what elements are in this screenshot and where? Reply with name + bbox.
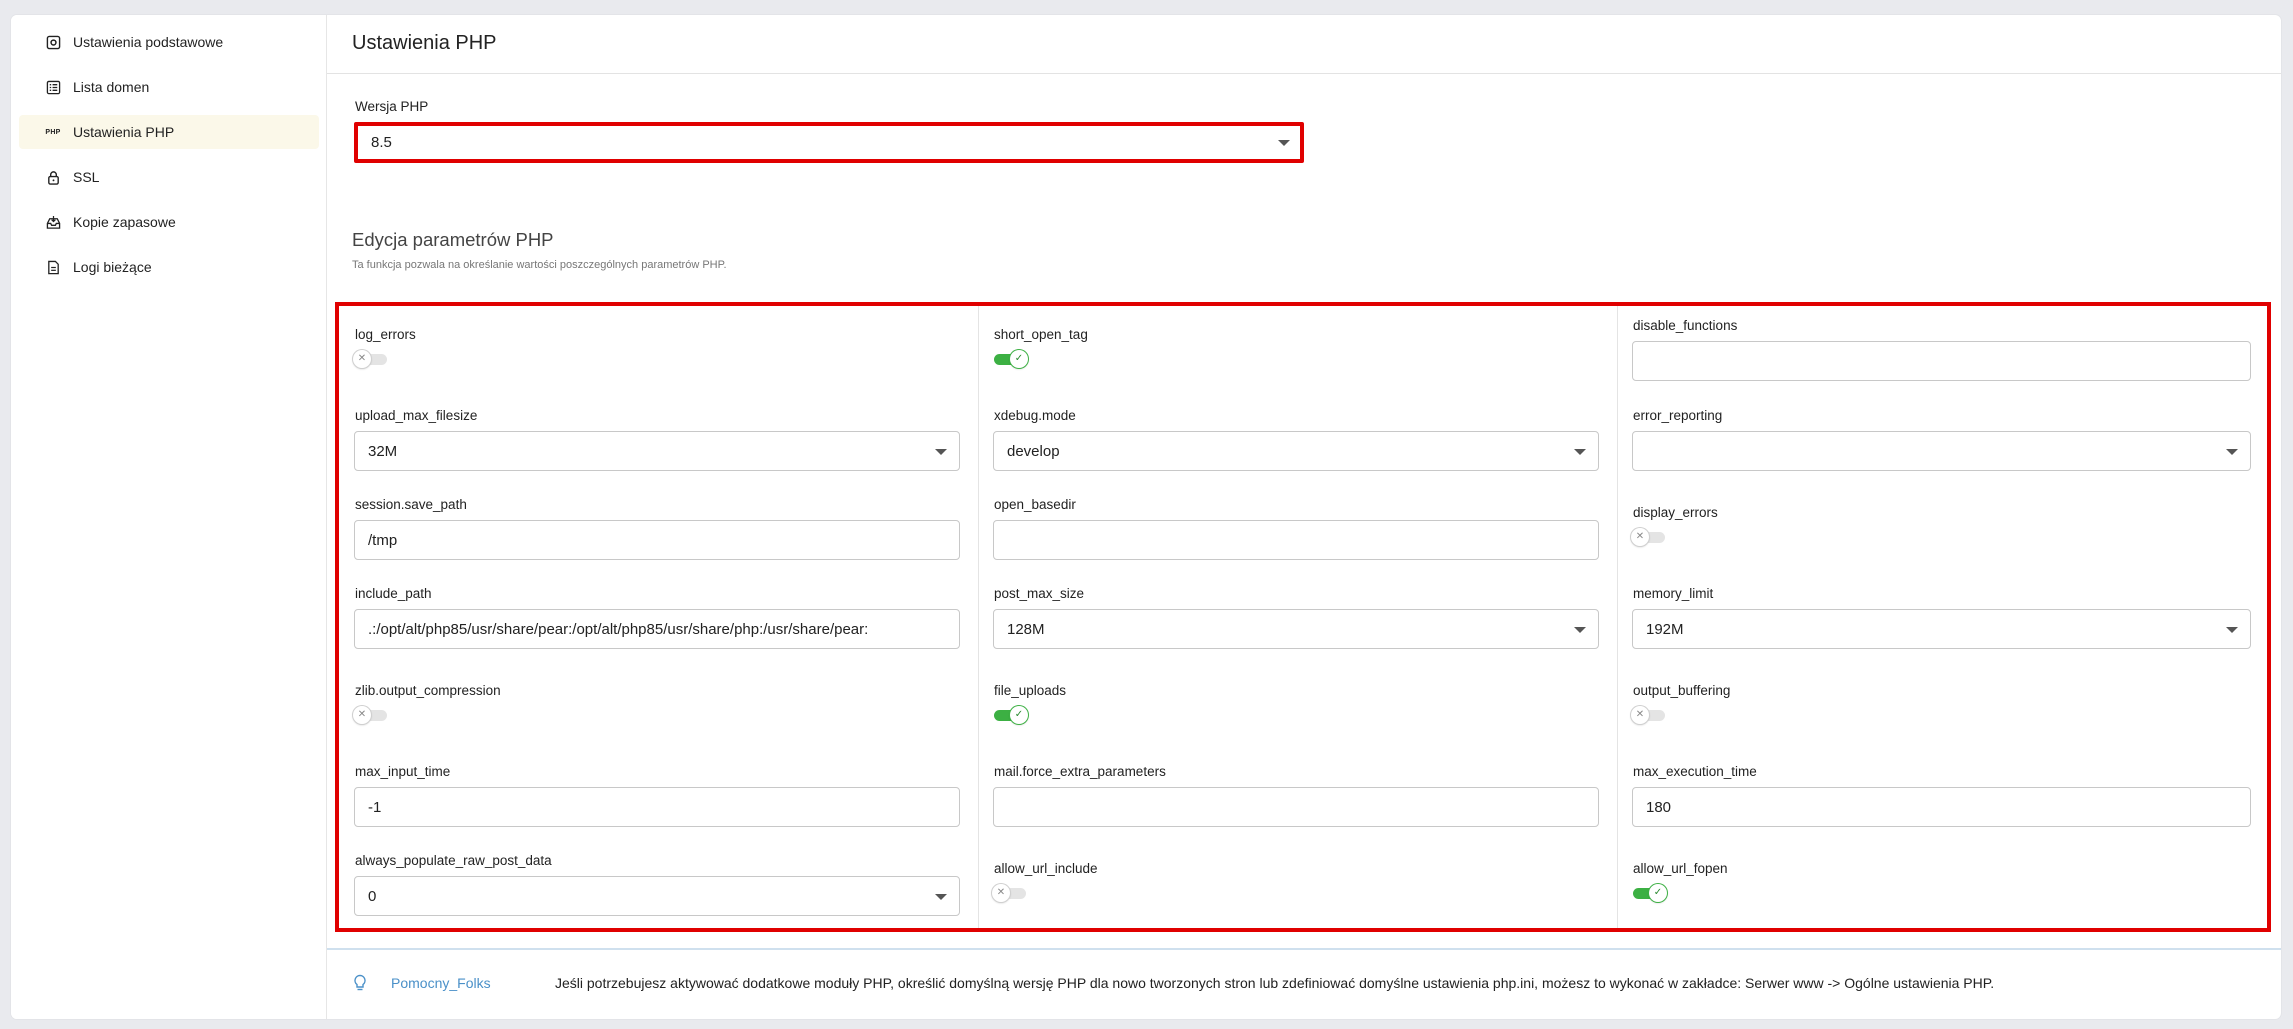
sidebar-item-label: Ustawienia PHP (73, 124, 175, 140)
error-reporting-select[interactable] (1632, 431, 2251, 471)
chevron-down-icon (2226, 627, 2238, 633)
sidebar-item-label: SSL (73, 169, 100, 185)
param-label: always_populate_raw_post_data (355, 853, 552, 868)
xdebug-mode-select[interactable]: develop (993, 431, 1599, 471)
sidebar-item-label: Kopie zapasowe (73, 214, 176, 230)
chevron-down-icon (1278, 140, 1290, 146)
display-errors-toggle[interactable]: ✕ (1631, 528, 1667, 546)
mail-force-extra-parameters-input[interactable] (993, 787, 1599, 827)
param-label: xdebug.mode (994, 408, 1076, 423)
sidebar-item-label: Lista domen (73, 79, 150, 95)
settings-square-icon (45, 34, 61, 50)
max-execution-time-input[interactable]: 180 (1632, 787, 2251, 827)
param-label: log_errors (355, 327, 416, 342)
chevron-down-icon (1574, 449, 1586, 455)
param-label: zlib.output_compression (355, 683, 501, 698)
param-label: max_input_time (355, 764, 451, 779)
page-title: Ustawienia PHP (352, 32, 497, 54)
param-label: max_execution_time (1633, 764, 1757, 779)
chevron-down-icon (1574, 627, 1586, 633)
post-max-size-select[interactable]: 128M (993, 609, 1599, 649)
main-content: Ustawienia PHP Wersja PHP 8.5 Edycja par… (327, 15, 2281, 1019)
param-label: memory_limit (1633, 586, 1714, 601)
file-uploads-toggle[interactable]: ✓ (992, 706, 1028, 724)
param-label: post_max_size (994, 586, 1085, 601)
max-input-time-input[interactable]: -1 (354, 787, 960, 827)
sidebar-item-php-settings[interactable]: PHP Ustawienia PHP (19, 115, 319, 149)
memory-limit-select[interactable]: 192M (1632, 609, 2251, 649)
sidebar-item-label: Ustawienia podstawowe (73, 34, 224, 50)
disable-functions-input[interactable] (1632, 341, 2251, 381)
chevron-down-icon (2226, 449, 2238, 455)
param-label: mail.force_extra_parameters (994, 764, 1166, 779)
params-section-subtitle: Ta funkcja pozwala na określanie wartośc… (352, 259, 727, 271)
allow-url-include-toggle[interactable]: ✕ (992, 884, 1028, 902)
chevron-down-icon (935, 894, 947, 900)
lock-icon (45, 169, 61, 185)
document-icon (45, 259, 61, 275)
log-errors-toggle[interactable]: ✕ (353, 350, 389, 368)
short-open-tag-toggle[interactable]: ✓ (992, 350, 1028, 368)
param-label: disable_functions (1633, 318, 1738, 333)
params-section-title: Edycja parametrów PHP (352, 229, 554, 250)
param-label: upload_max_filesize (355, 408, 478, 423)
param-label: short_open_tag (994, 327, 1088, 342)
sidebar-item-current-logs[interactable]: Logi bieżące (19, 250, 319, 284)
title-divider (327, 73, 2281, 74)
param-label: output_buffering (1633, 683, 1731, 698)
allow-url-fopen-toggle[interactable]: ✓ (1631, 884, 1667, 902)
sidebar: Ustawienia podstawowe Lista domen PHP Us… (11, 15, 327, 1019)
zlib-output-compression-toggle[interactable]: ✕ (353, 706, 389, 724)
sidebar-item-basic-settings[interactable]: Ustawienia podstawowe (19, 25, 319, 59)
helper-link[interactable]: Pomocny_Folks (391, 975, 491, 991)
footer-hint-text: Jeśli potrzebujesz aktywować dodatkowe m… (555, 975, 1995, 991)
param-label: error_reporting (1633, 408, 1723, 423)
app-window: Ustawienia podstawowe Lista domen PHP Us… (11, 15, 2281, 1019)
param-label: include_path (355, 586, 432, 601)
output-buffering-toggle[interactable]: ✕ (1631, 706, 1667, 724)
php-version-select[interactable]: 8.5 (354, 122, 1304, 163)
open-basedir-input[interactable] (993, 520, 1599, 560)
param-label: display_errors (1633, 505, 1718, 520)
param-label: file_uploads (994, 683, 1067, 698)
backup-tray-icon (45, 214, 61, 230)
upload-max-filesize-select[interactable]: 32M (354, 431, 960, 471)
php-params-grid: log_errors ✕ upload_max_filesize 32M ses… (335, 302, 2271, 932)
param-label: allow_url_include (994, 861, 1098, 876)
param-label: allow_url_fopen (1633, 861, 1728, 876)
session-save-path-input[interactable]: /tmp (354, 520, 960, 560)
column-divider (978, 306, 979, 928)
php-icon: PHP (45, 128, 61, 136)
list-icon (45, 79, 61, 95)
sidebar-item-label: Logi bieżące (73, 259, 152, 275)
chevron-down-icon (935, 449, 947, 455)
sidebar-item-backups[interactable]: Kopie zapasowe (19, 205, 319, 239)
sidebar-item-ssl[interactable]: SSL (19, 160, 319, 194)
php-version-label: Wersja PHP (355, 99, 429, 114)
always-populate-raw-post-data-select[interactable]: 0 (354, 876, 960, 916)
param-label: session.save_path (355, 497, 467, 512)
param-label: open_basedir (994, 497, 1076, 512)
column-divider (1617, 306, 1618, 928)
lightbulb-icon (354, 974, 366, 991)
sidebar-item-domain-list[interactable]: Lista domen (19, 70, 319, 104)
footer-hint: Pomocny_Folks Jeśli potrzebujesz aktywow… (327, 950, 2281, 1019)
include-path-input[interactable]: .:/opt/alt/php85/usr/share/pear:/opt/alt… (354, 609, 960, 649)
